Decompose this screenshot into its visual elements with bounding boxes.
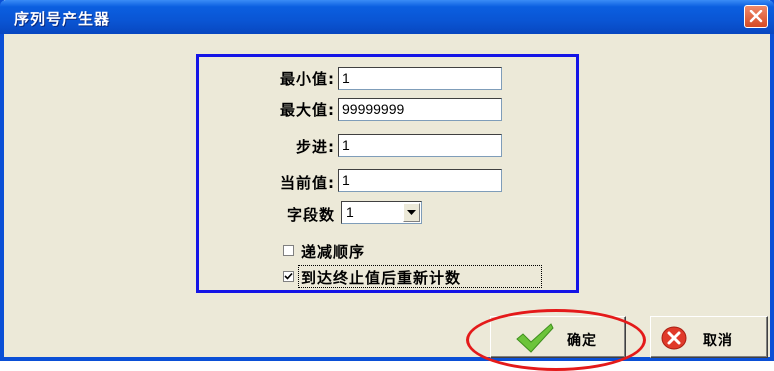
current-input[interactable]: 1 (338, 169, 502, 192)
dropdown-button[interactable] (403, 203, 420, 222)
step-input[interactable]: 1 (338, 134, 502, 157)
chevron-down-icon (407, 210, 416, 215)
cancel-button[interactable]: 取消 (650, 316, 768, 358)
fields-select[interactable]: 1 (341, 201, 422, 224)
max-input[interactable]: 99999999 (338, 98, 502, 121)
step-label: 步进: (296, 138, 335, 156)
min-input[interactable]: 1 (338, 67, 502, 90)
restart-checkbox[interactable] (283, 271, 294, 282)
title-bar: 序列号产生器 (0, 0, 774, 34)
min-label: 最小值: (280, 70, 335, 88)
serial-generator-dialog: 序列号产生器 最小值: 1 最大值: 99999999 步进: 1 当前值: 1… (0, 0, 774, 371)
decrement-option[interactable]: 递减顺序 (283, 241, 423, 261)
decrement-checkbox[interactable] (283, 245, 294, 256)
fields-label: 字段数 (286, 206, 335, 224)
window-title: 序列号产生器 (14, 10, 111, 28)
highlight-annotation (466, 309, 646, 371)
fields-select-value: 1 (346, 204, 354, 220)
cancel-label: 取消 (703, 333, 733, 349)
max-label: 最大值: (280, 101, 335, 119)
restart-label: 到达终止值后重新计数 (301, 269, 462, 287)
close-icon (749, 10, 763, 23)
restart-option[interactable]: 到达终止值后重新计数 (283, 265, 553, 288)
current-label: 当前值: (280, 174, 335, 192)
close-button[interactable] (744, 5, 768, 28)
settings-group: 最小值: 1 最大值: 99999999 步进: 1 当前值: 1 字段数 1 … (196, 54, 579, 293)
checkmark-icon (284, 272, 293, 280)
cancel-icon (661, 326, 687, 350)
decrement-label: 递减顺序 (301, 243, 366, 261)
